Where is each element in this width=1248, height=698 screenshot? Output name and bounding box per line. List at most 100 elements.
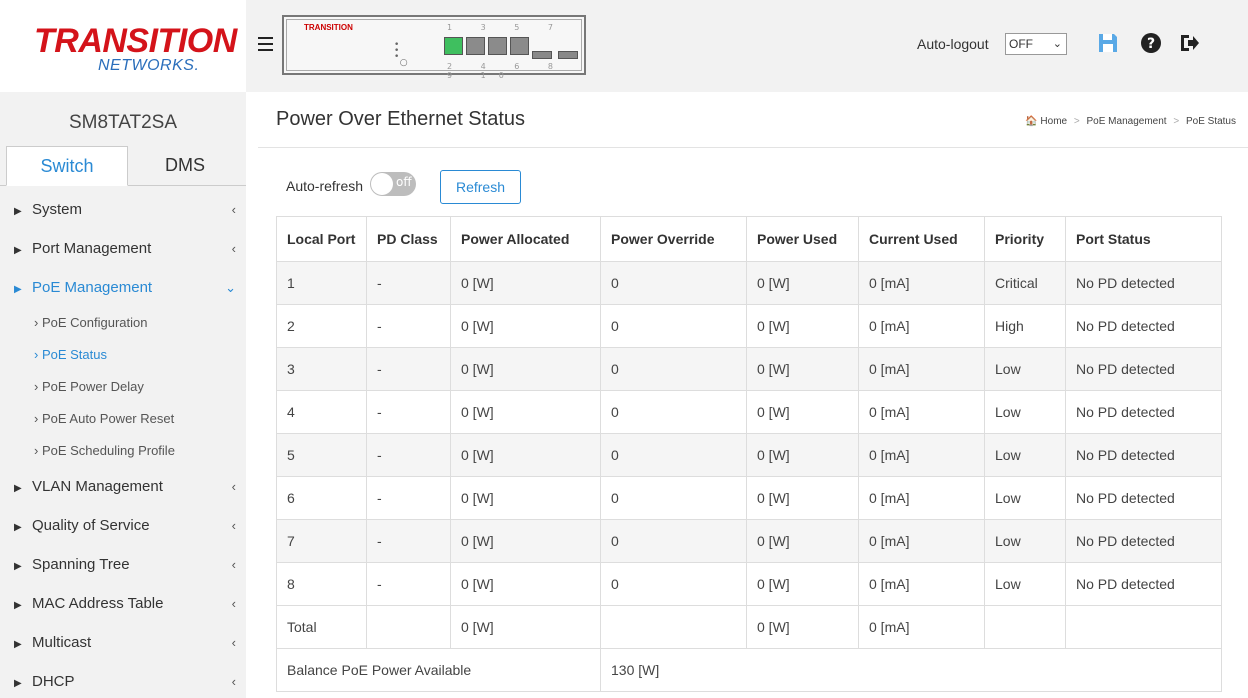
table-cell: 0 [W] <box>450 562 601 606</box>
table-cell: 0 [W] <box>746 390 859 434</box>
table-cell: 0 <box>600 562 747 606</box>
table-cell: 8 <box>276 562 367 606</box>
chevron-down-icon: ⌄ <box>225 280 236 295</box>
logo-line2: NETWORKS. <box>98 57 200 74</box>
sidebar-menu: ▶ System ‹ ▶ Port Management ‹ ▶ PoE Manage… <box>0 190 246 698</box>
sidebar-subitem-label: PoE Scheduling Profile <box>41 443 175 458</box>
table-cell <box>984 605 1066 649</box>
caret-right-icon: ▶ <box>14 483 22 494</box>
table-cell: Low <box>984 476 1066 520</box>
port-3[interactable] <box>466 37 485 55</box>
table-cell: 0 [mA] <box>858 562 985 606</box>
breadcrumb-home[interactable]: Home <box>1040 116 1067 127</box>
table-cell: 0 [W] <box>450 304 601 348</box>
device-panel: TRANSITION • • • ○ 1 3 5 7 2 4 6 8 9 10 <box>282 15 586 80</box>
tab-dms[interactable]: DMS <box>130 146 240 186</box>
sidebar-subitem-poe-configuration[interactable]: › PoE Configuration <box>0 307 246 339</box>
port-numbers-bottom: 2 4 6 8 9 10 <box>447 62 566 80</box>
table-cell: - <box>366 433 451 477</box>
sidebar-item-poe-management[interactable]: ▶ PoE Management ⌄ <box>0 268 246 307</box>
menu-icon[interactable] <box>258 37 273 51</box>
chevron-left-icon: ‹ <box>231 635 236 650</box>
refresh-button[interactable]: Refresh <box>440 170 521 204</box>
table-cell: No PD detected <box>1065 562 1222 606</box>
table-cell: Low <box>984 390 1066 434</box>
sidebar-subitem-poe-auto-power-reset[interactable]: › PoE Auto Power Reset <box>0 403 246 435</box>
chevron-down-icon: ⌄ <box>1052 38 1062 50</box>
logo[interactable]: TRANSITION NETWORKS. <box>0 0 246 92</box>
table-cell: 0 <box>600 476 747 520</box>
table-cell: No PD detected <box>1065 390 1222 434</box>
total-label: Total <box>276 605 367 649</box>
sidebar-item-label: DHCP <box>32 673 75 690</box>
autorefresh-toggle[interactable]: off <box>370 172 416 196</box>
logout-icon[interactable] <box>1178 32 1200 54</box>
balance-value: 130 [W] <box>600 648 1222 692</box>
table-cell: High <box>984 304 1066 348</box>
sidebar-item-multicast[interactable]: ▶ Multicast ‹ <box>0 623 246 662</box>
device-ports <box>444 37 529 55</box>
table-cell: 0 [W] <box>450 519 601 563</box>
table-cell: Low <box>984 562 1066 606</box>
table-cell: 0 <box>600 304 747 348</box>
table-cell: 0 [mA] <box>858 304 985 348</box>
sfp-port-9[interactable] <box>532 51 552 59</box>
table-row: 4-0 [W] 0 0 [W] 0 [mA] Low No PD detected <box>276 390 1222 434</box>
balance-row: Balance PoE Power Available 130 [W] <box>276 648 1222 692</box>
chevron-left-icon: ‹ <box>231 674 236 689</box>
table-cell: 2 <box>276 304 367 348</box>
autologout-select[interactable]: OFF ⌄ <box>1005 33 1067 55</box>
col-local-port: Local Port <box>276 216 367 262</box>
table-row: 6-0 [W] 0 0 [W] 0 [mA] Low No PD detected <box>276 476 1222 520</box>
table-cell: 0 [mA] <box>858 261 985 305</box>
sidebar-item-dhcp[interactable]: ▶ DHCP ‹ <box>0 662 246 698</box>
sidebar-item-quality-of-service[interactable]: ▶ Quality of Service ‹ <box>0 506 246 545</box>
table-cell: 0 [W] <box>746 562 859 606</box>
sidebar-item-mac-address-table[interactable]: ▶ MAC Address Table ‹ <box>0 584 246 623</box>
port-1[interactable] <box>444 37 463 55</box>
table-cell: 0 [W] <box>450 261 601 305</box>
sidebar-item-system[interactable]: ▶ System ‹ <box>0 190 246 229</box>
sidebar-subitem-poe-scheduling-profile[interactable]: › PoE Scheduling Profile <box>0 435 246 467</box>
table-cell: 0 [mA] <box>858 390 985 434</box>
port-5[interactable] <box>488 37 507 55</box>
table-cell: - <box>366 519 451 563</box>
help-icon[interactable]: ? <box>1140 32 1162 54</box>
col-power-override: Power Override <box>600 216 747 262</box>
table-cell: Low <box>984 519 1066 563</box>
sidebar-subitem-poe-power-delay[interactable]: › PoE Power Delay <box>0 371 246 403</box>
sidebar-item-spanning-tree[interactable]: ▶ Spanning Tree ‹ <box>0 545 246 584</box>
col-priority: Priority <box>984 216 1066 262</box>
table-cell: 0 [mA] <box>858 476 985 520</box>
total-current-used: 0 [mA] <box>858 605 985 649</box>
table-row: 8-0 [W] 0 0 [W] 0 [mA] Low No PD detected <box>276 562 1222 606</box>
device-brand: TRANSITION <box>304 23 353 32</box>
sidebar-item-vlan-management[interactable]: ▶ VLAN Management ‹ <box>0 467 246 506</box>
autologout-value: OFF <box>1009 37 1033 51</box>
port-7[interactable] <box>510 37 529 55</box>
col-power-allocated: Power Allocated <box>450 216 601 262</box>
table-cell: - <box>366 390 451 434</box>
table-cell: 0 [W] <box>746 347 859 391</box>
sfp-port-10[interactable] <box>558 51 578 59</box>
save-icon[interactable] <box>1097 32 1119 54</box>
sidebar-item-port-management[interactable]: ▶ Port Management ‹ <box>0 229 246 268</box>
caret-right-icon: ▶ <box>14 284 22 295</box>
table-cell: 0 <box>600 433 747 477</box>
breadcrumb-poe-status: PoE Status <box>1185 116 1236 127</box>
poe-status-table: Local Port PD Class Power Allocated Powe… <box>276 216 1222 692</box>
sidebar-item-label: Multicast <box>32 634 92 651</box>
tab-switch[interactable]: Switch <box>6 146 128 186</box>
col-power-used: Power Used <box>746 216 859 262</box>
sidebar-subitem-label: PoE Power Delay <box>41 379 144 394</box>
sidebar-subitem-poe-status[interactable]: › PoE Status <box>0 339 246 371</box>
breadcrumb-poe-management[interactable]: PoE Management <box>1087 116 1167 127</box>
table-cell: 0 [W] <box>746 476 859 520</box>
table-cell: No PD detected <box>1065 519 1222 563</box>
caret-right-icon: ▶ <box>14 206 22 217</box>
sidebar-subitem-label: PoE Status <box>41 347 107 362</box>
table-cell: No PD detected <box>1065 433 1222 477</box>
table-cell: 1 <box>276 261 367 305</box>
table-cell: 0 [W] <box>450 476 601 520</box>
sidebar-item-label: Spanning Tree <box>32 556 130 573</box>
